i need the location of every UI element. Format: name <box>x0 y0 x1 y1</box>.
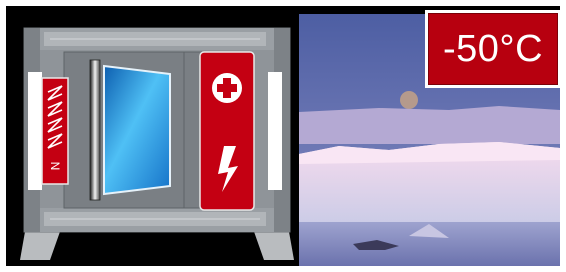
right-slot <box>268 72 282 190</box>
moon <box>400 91 418 109</box>
heater-label: N <box>48 162 62 171</box>
plus-icon <box>212 73 242 103</box>
temperature-badge: -50°C <box>425 10 561 88</box>
left-slot <box>28 72 42 190</box>
sensor-tube <box>89 59 101 201</box>
temperature-value: -50°C <box>442 27 544 70</box>
unit-schematic: N <box>20 27 294 260</box>
glass-panel <box>103 64 171 196</box>
